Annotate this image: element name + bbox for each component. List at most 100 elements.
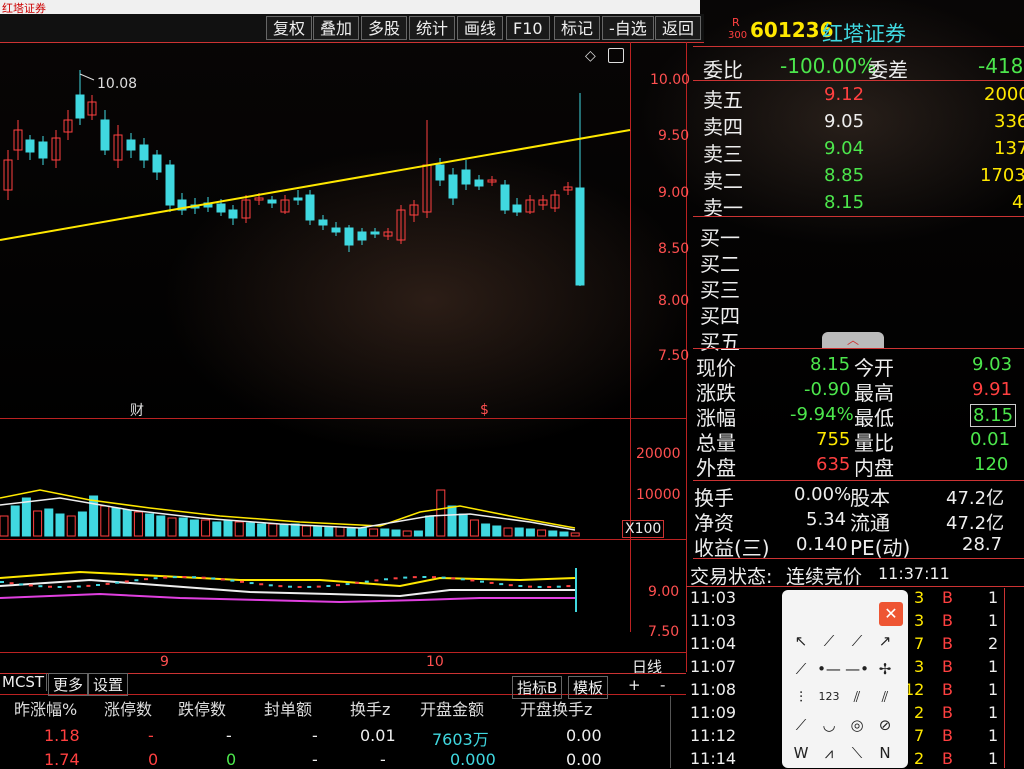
fund-value: 47.2亿 <box>946 513 1005 534</box>
text-tool-icon[interactable]: 123 <box>816 686 842 708</box>
segment-tool-icon[interactable]: ⟋ <box>816 630 842 652</box>
volume-bar <box>89 495 99 537</box>
ask-price[interactable]: 8.15 <box>824 192 864 213</box>
volume-bar <box>548 530 558 537</box>
col-header-open-amount[interactable]: 开盘金额 <box>420 696 484 720</box>
divider <box>693 216 1024 217</box>
ask-price[interactable]: 8.85 <box>824 165 864 186</box>
table-cell: 0.00 <box>566 726 602 745</box>
tick-count: 2 <box>988 634 999 653</box>
circle-tool-icon[interactable]: ◎ <box>844 714 870 736</box>
volume-bar <box>447 505 457 537</box>
volume-bar <box>257 523 267 537</box>
table-cell: 0.00 <box>566 750 602 769</box>
volume-bar <box>570 532 580 537</box>
tick-side: B <box>942 611 953 630</box>
tab-mcst[interactable]: MCST <box>0 673 48 691</box>
collapse-handle-icon[interactable]: ︿ <box>822 332 884 348</box>
volume-bar <box>301 525 311 537</box>
ray-tool-icon[interactable]: ↗ <box>872 630 898 652</box>
pointer-tool-icon[interactable]: ↖ <box>788 630 814 652</box>
tab-more[interactable]: 更多 <box>48 673 89 696</box>
volume-bar <box>413 530 423 537</box>
tick-side: B <box>942 680 953 699</box>
col-header-limit-up[interactable]: 涨停数 <box>104 696 152 720</box>
zoom-out-button[interactable]: - <box>660 676 665 694</box>
stat-value: 635 <box>816 454 851 475</box>
candle-body <box>75 94 85 119</box>
stat-value: 8.15 <box>810 354 851 375</box>
divider <box>686 586 1024 587</box>
volume-bar <box>357 527 367 537</box>
indicator-line-magenta <box>0 592 575 604</box>
wave-tool-icon[interactable]: W <box>788 742 814 764</box>
extended-line-tool-icon[interactable]: ⟋ <box>788 658 814 680</box>
volume-bar <box>514 527 524 537</box>
volume-bar <box>133 511 143 537</box>
table-cell: 0 <box>226 750 237 769</box>
tick-count: 1 <box>988 611 999 630</box>
tab-settings[interactable]: 设置 <box>88 673 129 696</box>
stat-value: 755 <box>816 429 851 450</box>
close-icon[interactable]: ✕ <box>879 602 903 626</box>
line-tool-icon[interactable]: ⟋ <box>844 630 870 652</box>
fund-value: 0.140 <box>796 534 848 555</box>
weicha-value: -4180 <box>978 54 1024 78</box>
stock-header: R 300 601236 红塔证券 <box>700 16 1024 46</box>
ask-price[interactable]: 9.04 <box>824 138 864 159</box>
volume-bar <box>245 522 255 537</box>
tick-side: B <box>942 588 953 607</box>
down-wave-tool-icon[interactable]: ⟍ <box>844 742 870 764</box>
ask-price[interactable]: 9.05 <box>824 111 864 132</box>
zigzag-tool-icon[interactable]: ⩘ <box>816 742 842 764</box>
table-cell: 1.74 <box>44 750 80 769</box>
volume-bar <box>346 527 356 537</box>
candle-body <box>474 179 484 187</box>
volume-bar <box>100 505 110 537</box>
horizontal-line-icon[interactable]: —• <box>844 658 870 680</box>
tick-count: 1 <box>988 657 999 676</box>
volume-bar <box>492 525 502 537</box>
candle-body <box>126 139 136 151</box>
col-header-seal-amount[interactable]: 封单额 <box>264 696 312 720</box>
horizontal-segment-icon[interactable]: •— <box>816 658 842 680</box>
cross-line-icon[interactable]: ✢ <box>872 658 898 680</box>
tick-qty: 3 <box>914 588 925 607</box>
parallel-lines-icon[interactable]: ⫽ <box>844 686 870 708</box>
zoom-in-button[interactable]: + <box>628 676 641 694</box>
candle-body <box>100 119 110 151</box>
col-header-open-turnover[interactable]: 开盘换手z <box>520 696 592 720</box>
channel-tool-icon[interactable]: ⫽ <box>872 686 898 708</box>
ask-price[interactable]: 9.12 <box>824 84 864 105</box>
indicator-line-yellow <box>0 570 576 588</box>
col-header-turnover[interactable]: 换手z <box>350 696 390 720</box>
volume-bar <box>156 515 166 537</box>
candle-body <box>370 231 380 235</box>
table-scrollbar[interactable] <box>670 696 671 768</box>
vertical-line-icon[interactable]: ⫶ <box>788 686 814 708</box>
ask-volume: 1703 <box>980 165 1024 186</box>
table-cell: 7603万 <box>432 730 489 749</box>
cycle-tool-icon[interactable]: ⊘ <box>872 714 898 736</box>
fund-value: 47.2亿 <box>946 488 1005 509</box>
volume-bar <box>335 526 345 537</box>
ask-volume: 137 <box>994 138 1024 159</box>
ask-volume: 336 <box>994 111 1024 132</box>
stat-value: -9.94% <box>790 404 854 425</box>
tick-time: 11:09 <box>690 703 737 722</box>
arc-tool-icon[interactable]: ◡ <box>816 714 842 736</box>
ask-label: 卖三 <box>703 142 743 166</box>
polyline-tool-icon[interactable]: N <box>872 742 898 764</box>
fan-tool-icon[interactable]: ⟋ <box>788 714 814 736</box>
col-header-limit-down[interactable]: 跌停数 <box>178 696 226 720</box>
tick-time: 11:04 <box>690 634 737 653</box>
col-header-prev-change[interactable]: 昨涨幅% <box>14 696 77 720</box>
divider <box>693 348 1024 349</box>
volume-bar <box>481 523 491 537</box>
tick-time: 11:14 <box>690 749 737 768</box>
volume-bar <box>458 513 468 537</box>
fund-value: 28.7 <box>962 534 1003 555</box>
volume-bar <box>223 520 233 537</box>
tick-time: 11:03 <box>690 588 737 607</box>
table-cell: - <box>226 726 232 745</box>
